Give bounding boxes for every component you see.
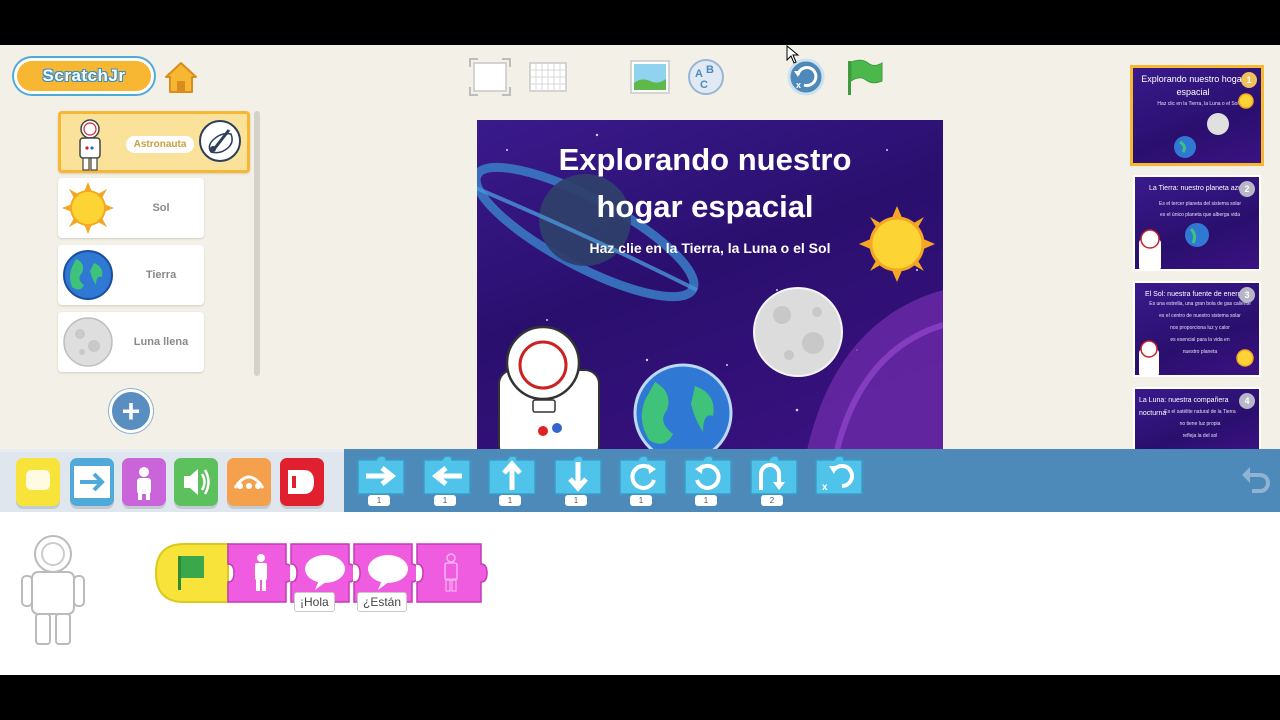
stage-earth-icon bbox=[633, 363, 733, 450]
page-1-art bbox=[1174, 93, 1254, 158]
green-flag-icon[interactable] bbox=[842, 57, 886, 97]
stage-astronaut-icon bbox=[498, 325, 600, 450]
turn-right-block[interactable]: 1 bbox=[616, 455, 670, 506]
page-3-art bbox=[1139, 340, 1254, 375]
block-value[interactable]: 2 bbox=[761, 495, 783, 506]
show-block[interactable] bbox=[226, 542, 293, 604]
block-category-bar bbox=[0, 449, 344, 512]
block-value[interactable]: 1 bbox=[695, 495, 717, 506]
stage-title-line1: Explorando nuestro bbox=[558, 142, 852, 177]
stage-moon-icon bbox=[753, 287, 843, 377]
say-text-2[interactable]: ¿Están bbox=[357, 592, 408, 612]
sprite-item-sol[interactable]: Sol bbox=[58, 178, 204, 238]
move-up-block[interactable]: 1 bbox=[485, 455, 539, 506]
sprite-item-luna-llena[interactable]: Luna llena bbox=[58, 312, 204, 372]
letterbox-bottom bbox=[0, 675, 1280, 720]
say-text-1[interactable]: ¡Hola bbox=[294, 592, 335, 612]
go-home-block[interactable]: x bbox=[812, 455, 866, 506]
sun-icon bbox=[62, 182, 114, 234]
hide-block[interactable] bbox=[415, 542, 489, 604]
page-thumbnail-3[interactable]: El Sol: nuestra fuente de energía Es una… bbox=[1133, 281, 1261, 377]
page-title: La Luna: nuestra compañera nocturna bbox=[1139, 397, 1229, 417]
text-icon[interactable]: A B C bbox=[686, 57, 730, 97]
category-looks-icon[interactable] bbox=[122, 458, 166, 506]
sprite-label: Tierra bbox=[145, 269, 177, 281]
sprite-label: Sol bbox=[152, 202, 170, 214]
hop-block[interactable]: 2 bbox=[747, 455, 801, 506]
astronaut-icon bbox=[65, 118, 117, 171]
stage[interactable]: Explorando nuestro hogar espacial Haz cl… bbox=[477, 120, 943, 450]
home-icon[interactable] bbox=[162, 58, 200, 96]
scratchjr-logo: ScratchJr bbox=[14, 58, 154, 94]
page-thumbnail-2[interactable]: La Tierra: nuestro planeta azul Es el te… bbox=[1133, 175, 1261, 271]
category-control-icon[interactable] bbox=[227, 458, 271, 506]
mouse-cursor-icon bbox=[786, 45, 800, 65]
block-value[interactable]: 1 bbox=[434, 495, 456, 506]
move-right-block[interactable]: 1 bbox=[354, 455, 408, 506]
undo-icon[interactable] bbox=[1238, 461, 1272, 495]
turn-left-block[interactable]: 1 bbox=[681, 455, 735, 506]
sprite-item-tierra[interactable]: Tierra bbox=[58, 245, 204, 305]
block-value[interactable]: 1 bbox=[368, 495, 390, 506]
letterbox-top bbox=[0, 0, 1280, 45]
scripts-area[interactable]: ¡Hola ¿Están bbox=[0, 512, 1280, 675]
page-line: Es el satélite natural de la Tierra bbox=[1164, 409, 1236, 415]
svg-text:x: x bbox=[822, 482, 828, 493]
moon-icon bbox=[62, 316, 114, 368]
background-icon[interactable] bbox=[628, 57, 672, 97]
stage-title-line2: hogar espacial bbox=[596, 189, 814, 224]
sprite-list-scrollbar[interactable] bbox=[254, 111, 260, 376]
sprite-label: Astronauta bbox=[119, 114, 201, 174]
stage-title: Explorando nuestro hogar espacial bbox=[477, 136, 933, 230]
green-flag-trigger-block[interactable] bbox=[154, 542, 234, 604]
category-end-icon[interactable] bbox=[280, 458, 324, 506]
move-down-block[interactable]: 1 bbox=[551, 455, 605, 506]
scratchjr-editor: ScratchJr A B C x Astronauta Sol Tierra … bbox=[0, 45, 1280, 675]
block-value[interactable]: 1 bbox=[565, 495, 587, 506]
category-motion-icon[interactable] bbox=[70, 458, 114, 506]
sprite-label: Luna llena bbox=[133, 336, 189, 348]
sprite-item-astronauta[interactable]: Astronauta bbox=[58, 111, 250, 173]
sprite-list: Astronauta Sol Tierra Luna llena + bbox=[58, 111, 258, 451]
move-left-block[interactable]: 1 bbox=[420, 455, 474, 506]
fullscreen-icon[interactable] bbox=[468, 57, 512, 97]
page-thumbnails: Explorando nuestro hogar espacial Haz cl… bbox=[1130, 65, 1270, 451]
add-sprite-slot: + bbox=[58, 381, 204, 441]
sprite-label-pill: Astronauta bbox=[125, 135, 195, 153]
block-value[interactable]: 1 bbox=[499, 495, 521, 506]
add-sprite-button[interactable]: + bbox=[109, 389, 153, 433]
page-line: no tiene luz propia bbox=[1179, 421, 1221, 427]
svg-text:x: x bbox=[796, 80, 801, 90]
earth-icon bbox=[62, 249, 114, 301]
svg-text:C: C bbox=[700, 79, 708, 91]
script-sprite-astronaut-icon bbox=[20, 532, 86, 648]
page-line: refleja la del sol bbox=[1182, 433, 1218, 439]
svg-text:B: B bbox=[706, 64, 714, 76]
page-thumbnail-1[interactable]: Explorando nuestro hogar espacial Haz cl… bbox=[1130, 65, 1264, 166]
block-palette: 1 1 1 1 1 1 2 x bbox=[344, 449, 1280, 512]
category-triggering-icon[interactable] bbox=[16, 458, 60, 506]
category-sound-icon[interactable] bbox=[174, 458, 218, 506]
grid-icon[interactable] bbox=[526, 57, 570, 97]
stage-subtitle: Haz clie en la Tierra, la Luna o el Sol bbox=[589, 240, 831, 256]
paint-editor-icon[interactable] bbox=[199, 120, 241, 162]
page-number: 4 bbox=[1239, 393, 1255, 409]
block-value[interactable]: 1 bbox=[630, 495, 652, 506]
page-2-art bbox=[1139, 223, 1209, 269]
page-thumbnail-4[interactable]: La Luna: nuestra compañera nocturna Es e… bbox=[1133, 387, 1261, 451]
